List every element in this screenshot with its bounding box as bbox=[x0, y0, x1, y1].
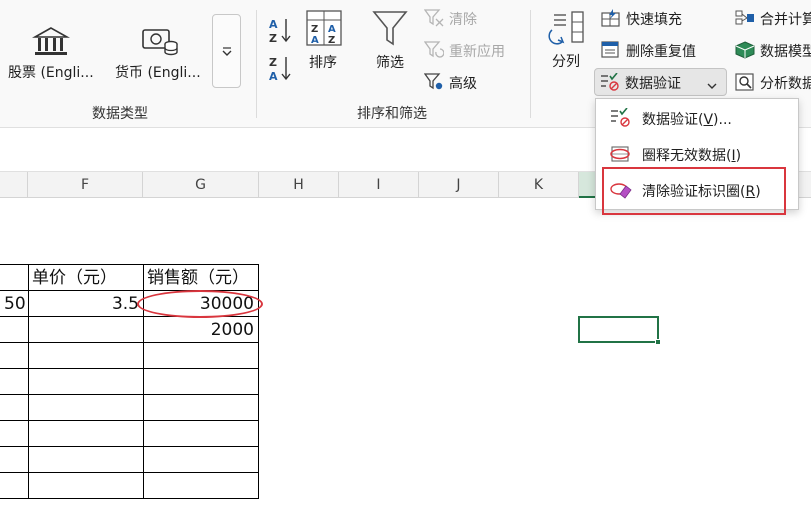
svg-text:A: A bbox=[311, 35, 319, 46]
analyze-data-button[interactable]: 分析数据 bbox=[760, 73, 811, 93]
advanced-button[interactable]: 高级 bbox=[449, 73, 477, 93]
cell-f-unit-price[interactable]: 3.5 bbox=[28, 291, 139, 317]
header-unit-price[interactable]: 单价（元） bbox=[32, 265, 117, 291]
svg-text:Z: Z bbox=[328, 35, 335, 46]
svg-text:A: A bbox=[269, 18, 278, 31]
data-types-group-label: 数据类型 bbox=[92, 106, 148, 122]
highlight-box bbox=[602, 167, 786, 215]
cell-e-quantity[interactable]: 50 bbox=[4, 291, 26, 317]
consolidate-button[interactable]: 合并计算 bbox=[760, 9, 811, 29]
menu-item-circle-invalid-data[interactable]: 圈释无效数据(I) bbox=[596, 138, 798, 170]
menu-item-label: 数据验证(V)... bbox=[642, 112, 732, 128]
clear-button[interactable]: 清除 bbox=[449, 9, 477, 29]
table-border bbox=[0, 420, 259, 421]
filter-icon[interactable] bbox=[372, 10, 408, 48]
data-validation-icon bbox=[600, 72, 620, 91]
remove-duplicates-icon bbox=[601, 41, 621, 59]
column-header-i[interactable]: I bbox=[339, 172, 419, 198]
reapply-button[interactable]: 重新应用 bbox=[449, 41, 505, 61]
table-border bbox=[0, 368, 259, 369]
group-divider bbox=[256, 10, 257, 118]
active-cell[interactable] bbox=[578, 316, 659, 343]
chevron-down-icon bbox=[707, 78, 717, 89]
analyze-data-icon bbox=[735, 73, 755, 91]
data-validation-button[interactable]: 数据验证 bbox=[594, 68, 727, 96]
data-validation-label: 数据验证 bbox=[625, 76, 681, 92]
data-model-button[interactable]: 数据模型 bbox=[760, 41, 811, 61]
table-border bbox=[0, 498, 259, 499]
advanced-filter-icon bbox=[423, 73, 444, 91]
cell-g-sales-row2[interactable]: 2000 bbox=[143, 317, 254, 343]
clear-filter-icon bbox=[423, 9, 444, 27]
data-model-icon bbox=[735, 41, 755, 59]
text-to-columns-button[interactable]: 分列 bbox=[552, 51, 580, 71]
menu-item-label: 圈释无效数据(I) bbox=[642, 148, 742, 164]
table-border bbox=[0, 394, 259, 395]
circle-invalid-icon bbox=[610, 144, 632, 164]
sort-icon[interactable]: Z A A Z bbox=[306, 10, 342, 46]
sort-az-icon[interactable]: A Z bbox=[268, 16, 294, 45]
sort-filter-group-label: 排序和筛选 bbox=[357, 106, 427, 122]
menu-item-data-validation[interactable]: 数据验证(V)... bbox=[596, 102, 798, 134]
group-divider bbox=[530, 10, 531, 118]
currency-button[interactable]: 货币 (Engli... bbox=[115, 62, 201, 82]
currency-icon bbox=[140, 26, 180, 58]
flash-fill-button[interactable]: 快速填充 bbox=[626, 9, 682, 29]
fill-handle[interactable] bbox=[655, 339, 661, 345]
svg-text:A: A bbox=[328, 24, 336, 35]
sort-za-icon[interactable]: Z A bbox=[268, 54, 294, 83]
table-border bbox=[0, 446, 259, 447]
worksheet-grid[interactable]: 单价（元） 销售额（元） 50 3.5 30000 2000 bbox=[0, 198, 811, 513]
table-border bbox=[0, 472, 259, 473]
column-header-g[interactable]: G bbox=[143, 172, 259, 198]
svg-text:A: A bbox=[269, 70, 278, 82]
consolidate-icon bbox=[735, 9, 755, 27]
stocks-button[interactable]: 股票 (Engli... bbox=[8, 62, 94, 82]
text-to-columns-icon[interactable] bbox=[546, 10, 586, 48]
flash-fill-icon bbox=[601, 9, 621, 27]
filter-button[interactable]: 筛选 bbox=[376, 52, 404, 72]
column-header-k[interactable]: K bbox=[499, 172, 579, 198]
column-header-e[interactable] bbox=[0, 172, 28, 198]
chevron-down-icon bbox=[221, 45, 233, 56]
svg-text:Z: Z bbox=[269, 56, 277, 69]
stocks-icon bbox=[31, 26, 71, 58]
column-header-j[interactable]: J bbox=[419, 172, 499, 198]
svg-text:Z: Z bbox=[269, 32, 277, 44]
column-header-f[interactable]: F bbox=[28, 172, 143, 198]
header-sales[interactable]: 销售额（元） bbox=[147, 265, 249, 291]
data-types-more-button[interactable] bbox=[212, 14, 241, 88]
reapply-icon bbox=[423, 41, 445, 59]
remove-duplicates-button[interactable]: 删除重复值 bbox=[626, 41, 696, 61]
sort-button[interactable]: 排序 bbox=[309, 52, 337, 72]
column-header-h[interactable]: H bbox=[259, 172, 339, 198]
data-validation-icon bbox=[610, 107, 632, 128]
invalid-data-circle bbox=[137, 290, 263, 318]
svg-text:Z: Z bbox=[311, 24, 318, 35]
